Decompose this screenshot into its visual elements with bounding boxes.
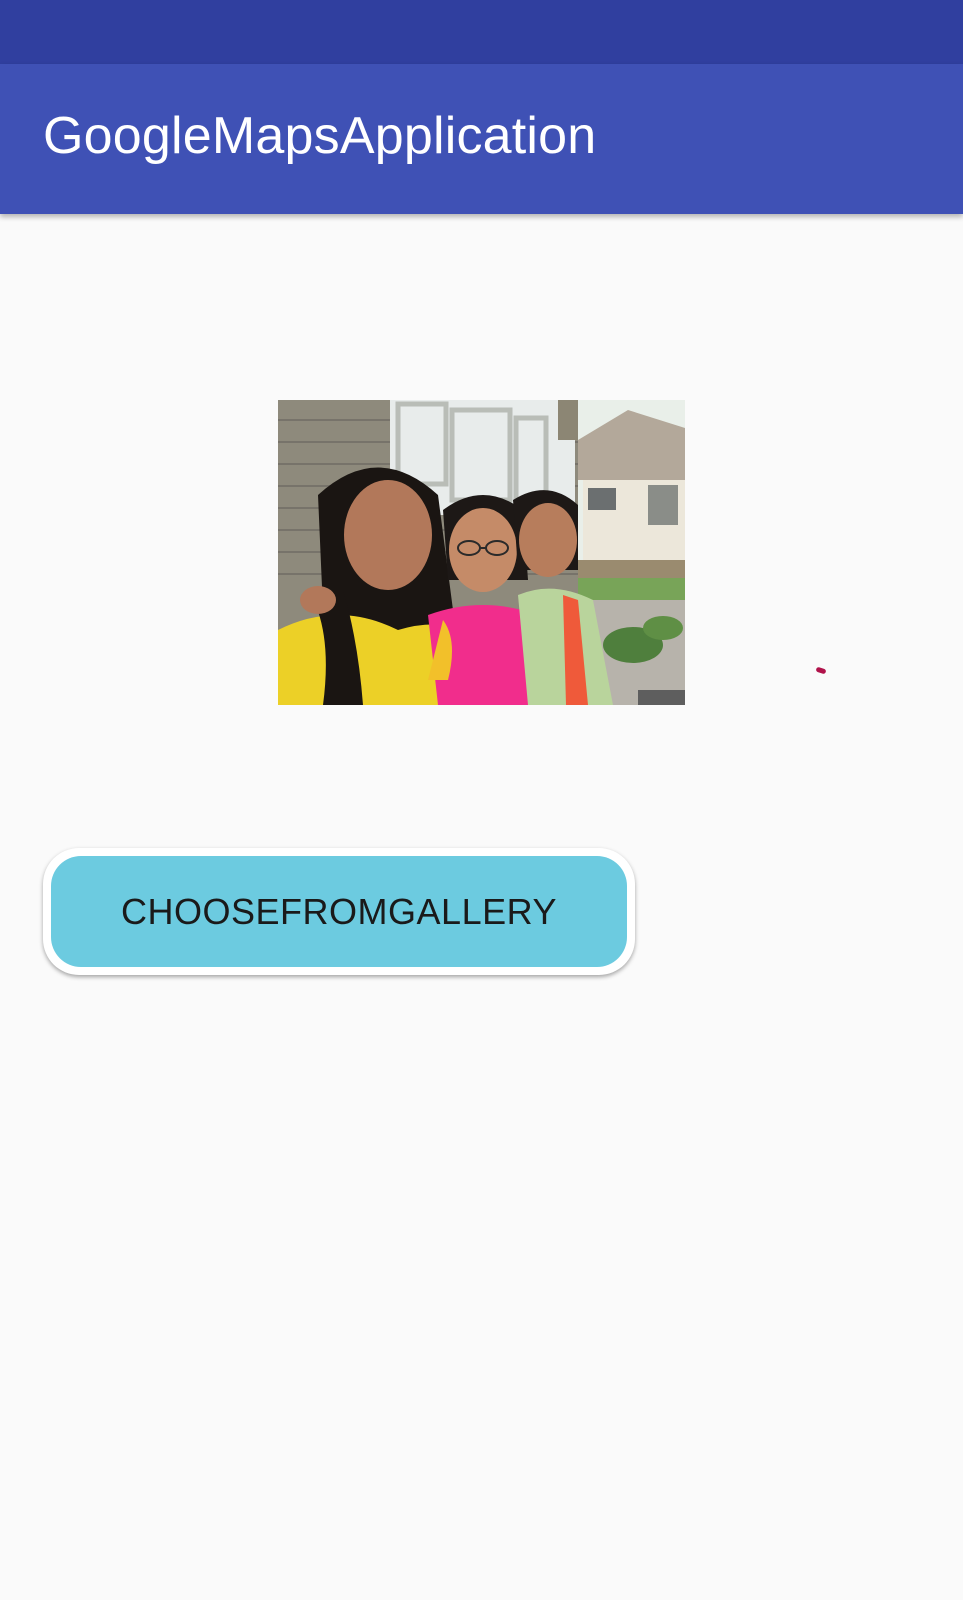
app-title: GoogleMapsApplication xyxy=(43,107,597,165)
selected-photo xyxy=(278,400,685,705)
main-content: CHOOSEFROMGALLERY xyxy=(0,214,963,1600)
choose-from-gallery-button[interactable]: CHOOSEFROMGALLERY xyxy=(51,856,627,967)
choose-from-gallery-button-frame: CHOOSEFROMGALLERY xyxy=(43,848,635,975)
status-bar xyxy=(0,0,963,64)
stray-mark xyxy=(815,666,827,675)
app-bar: GoogleMapsApplication xyxy=(0,64,963,214)
